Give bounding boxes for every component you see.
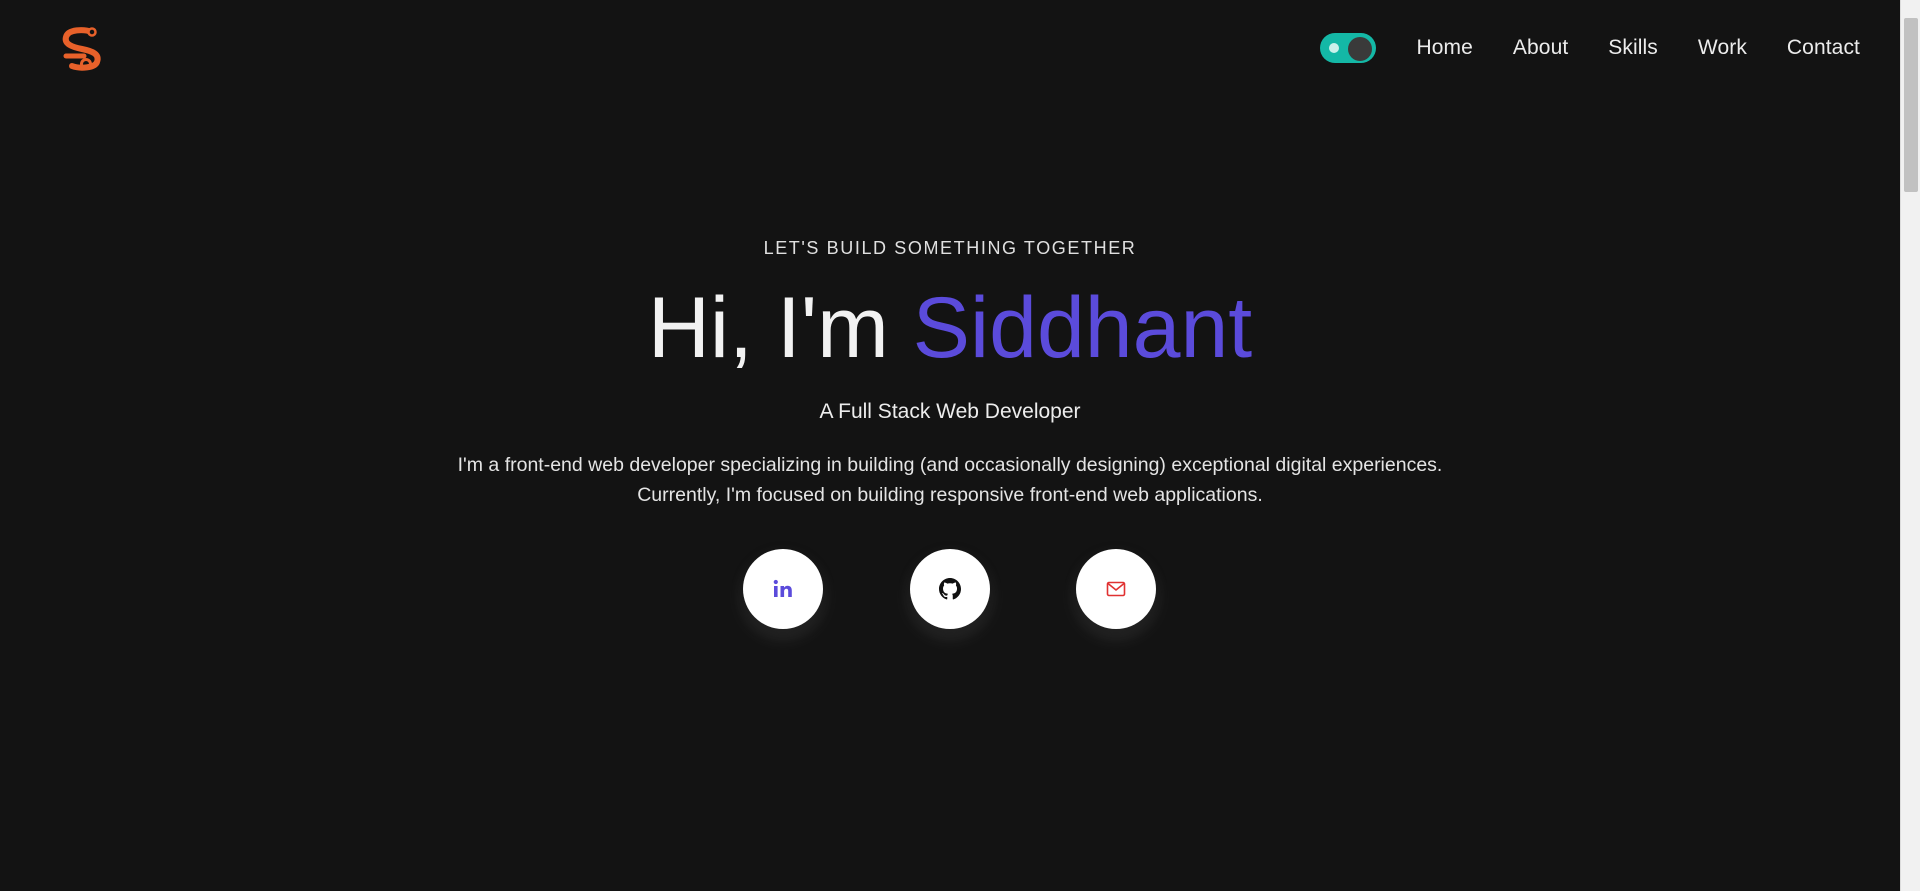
hero-greeting: Hi, I'm xyxy=(647,280,913,376)
nav-link-contact[interactable]: Contact xyxy=(1787,36,1860,60)
mail-icon xyxy=(1106,581,1126,597)
page: Home About Skills Work Contact LET'S BUI… xyxy=(0,0,1920,891)
page-scrollbar[interactable] xyxy=(1900,0,1920,891)
linkedin-button[interactable] xyxy=(743,549,823,629)
github-icon xyxy=(939,578,961,600)
github-button[interactable] xyxy=(910,549,990,629)
linkedin-icon xyxy=(773,579,792,597)
s-logo-icon[interactable] xyxy=(58,26,106,72)
hero-name: Siddhant xyxy=(912,280,1253,376)
hero-bio-line-1: I'm a front-end web developer specializi… xyxy=(457,454,1443,476)
nav-link-skills[interactable]: Skills xyxy=(1608,36,1658,60)
nav-link-about[interactable]: About xyxy=(1513,36,1568,60)
hero-bio: I'm a front-end web developer specializi… xyxy=(0,450,1900,510)
nav-link-home[interactable]: Home xyxy=(1416,36,1472,60)
scrollbar-thumb[interactable] xyxy=(1904,18,1918,192)
nav-link-work[interactable]: Work xyxy=(1698,36,1747,60)
mail-button[interactable] xyxy=(1076,549,1156,629)
theme-toggle[interactable] xyxy=(1320,33,1377,63)
hero-bio-line-2: Currently, I'm focused on building respo… xyxy=(637,484,1263,506)
main-nav: Home About Skills Work Contact xyxy=(1320,30,1860,66)
hero-headline: Hi, I'm Siddhant xyxy=(0,278,1900,378)
toggle-knob xyxy=(1348,37,1373,61)
sun-icon xyxy=(1329,43,1340,53)
social-links xyxy=(0,549,1900,629)
hero-eyebrow: LET'S BUILD SOMETHING TOGETHER xyxy=(763,238,1137,258)
hero-subtitle: A Full Stack Web Developer xyxy=(819,400,1081,423)
